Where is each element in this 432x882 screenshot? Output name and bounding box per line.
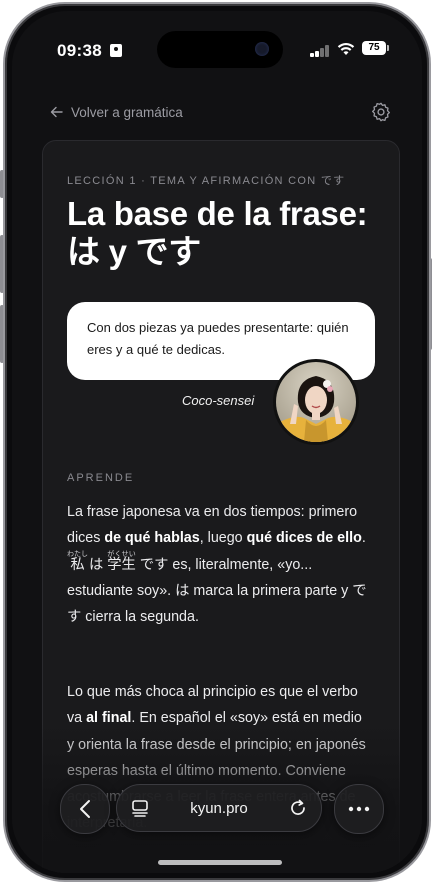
arrow-left-icon (50, 106, 63, 118)
kanji-gakusei: 学生 (107, 556, 136, 573)
screen: 09:38 75 Volver a gramática LECCIÓN 1 · … (12, 11, 422, 873)
p1-text-3: . (361, 530, 366, 547)
lesson-kicker: LECCIÓN 1 · TEMA Y AFIRMACIÓN CON です (67, 175, 346, 187)
home-indicator (158, 860, 282, 865)
speaker-name: Coco-sensei (182, 393, 255, 408)
lesson-title: La base de la frase: は y です (67, 195, 387, 271)
back-to-grammar-link[interactable]: Volver a gramática (50, 97, 183, 127)
back-link-label: Volver a gramática (71, 104, 183, 120)
cellular-signal-icon (310, 45, 332, 57)
url-text: kyun.pro (190, 799, 248, 817)
avatar (273, 359, 359, 445)
chevron-left-icon (80, 800, 90, 818)
camera-icon (255, 42, 269, 56)
lesson-title-line2: は y です (67, 233, 201, 270)
ruby-watashi: 私わたし (67, 551, 88, 573)
lesson-title-line1: La base de la frase: (67, 195, 368, 232)
address-bar[interactable]: kyun.pro (116, 784, 322, 832)
wifi-icon (337, 42, 355, 55)
furigana-gakusei: がくせい (107, 550, 136, 558)
battery-indicator: 75 (362, 41, 389, 55)
phone-frame: 09:38 75 Volver a gramática LECCIÓN 1 · … (3, 2, 431, 882)
gear-icon[interactable] (370, 101, 392, 123)
p1-text-2: , luego (199, 530, 247, 547)
lesson-paragraph-1: La frase japonesa va en dos tiempos: pri… (67, 499, 367, 630)
section-label-learn: APRENDE (67, 472, 135, 484)
browser-back-button[interactable] (60, 784, 110, 834)
furigana-watashi: わたし (67, 550, 88, 558)
sensei-portrait-image (276, 362, 356, 442)
p1-bold-2: qué dices de ello (246, 530, 362, 547)
ruby-gakusei: 学生がくせい (107, 551, 136, 573)
status-bar: 09:38 75 (12, 11, 422, 69)
status-time: 09:38 (57, 41, 102, 60)
top-bar: Volver a gramática (12, 97, 422, 127)
more-icon (348, 806, 370, 812)
person-badge-icon (110, 44, 122, 57)
p1-bold-1: de qué hablas (104, 530, 200, 547)
dynamic-island (157, 31, 283, 68)
reload-icon[interactable] (289, 799, 307, 817)
p1-text-4: は (84, 556, 108, 573)
more-options-button[interactable] (334, 784, 384, 834)
tabs-icon[interactable] (131, 799, 149, 817)
